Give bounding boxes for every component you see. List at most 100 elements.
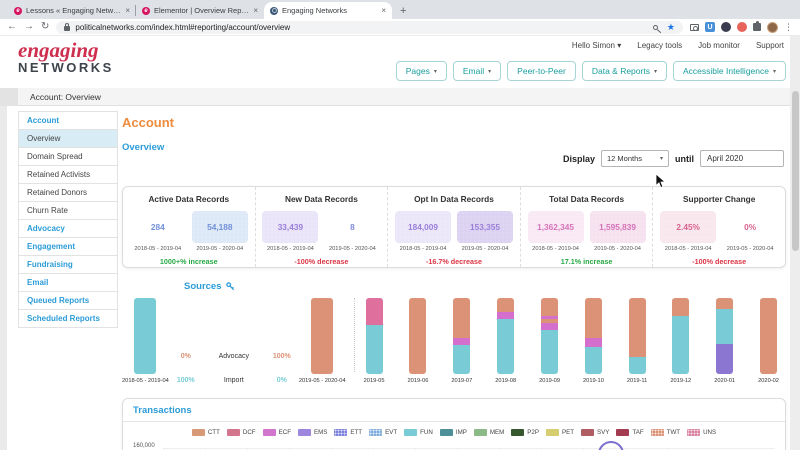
stat-value-box: 33,439 <box>262 211 318 243</box>
user-link-legacy-tools[interactable]: Legacy tools <box>637 41 682 50</box>
source-bar-segment <box>134 298 156 374</box>
profile-avatar[interactable] <box>767 22 778 33</box>
tab-title: Elementor | Overview Report <box>154 6 249 15</box>
source-bar-column: 2019-11 <box>627 298 647 384</box>
bookmark-star-icon[interactable]: ★ <box>667 23 675 32</box>
sidebar-item-queued-reports[interactable]: Queued Reports <box>18 291 118 310</box>
legend-swatch <box>581 429 594 436</box>
nav-button-label: Data & Reports <box>592 66 650 76</box>
stat-change-label: -100% decrease <box>692 257 746 266</box>
nav-button-pages[interactable]: Pages▾ <box>396 61 447 81</box>
legend-swatch <box>263 429 276 436</box>
legend-item-taf: TAF <box>616 429 643 436</box>
source-bar-column: 2019-05 - 2020-04 <box>299 298 346 384</box>
source-bar-segment <box>311 298 333 374</box>
tab-close-icon[interactable]: × <box>253 6 258 15</box>
camera-icon[interactable] <box>690 24 699 31</box>
tab-close-icon[interactable]: × <box>125 6 130 15</box>
legend-swatch <box>616 429 629 436</box>
back-icon[interactable]: ← <box>7 22 17 32</box>
sidebar-item-churn-rate[interactable]: Churn Rate <box>18 201 118 220</box>
nav-button-accessible-intelligence[interactable]: Accessible Intelligence▾ <box>673 61 786 81</box>
stat-value: 0%2019-05 - 2020-04 <box>722 211 778 252</box>
chevron-down-icon: ▾ <box>488 68 491 75</box>
scrollbar-thumb[interactable] <box>792 91 799 251</box>
password-key-icon[interactable] <box>653 25 658 30</box>
source-bar-column: 2020-01 <box>714 298 735 384</box>
source-bar-column: 2019-12 <box>670 298 691 384</box>
sources-monthly-bars: 2019-052019-062019-072019-082019-092019-… <box>364 298 800 384</box>
user-link-support[interactable]: Support <box>756 41 784 50</box>
new-tab-button[interactable]: + <box>400 5 406 17</box>
sidebar-item-scheduled-reports[interactable]: Scheduled Reports <box>18 309 118 328</box>
sidebar-item-retained-donors[interactable]: Retained Donors <box>18 183 118 202</box>
nav-button-peer-to-peer[interactable]: Peer-to-Peer <box>507 61 576 81</box>
sidebar-item-engagement[interactable]: Engagement <box>18 237 118 256</box>
stat-value-box: 153,355 <box>457 211 513 243</box>
nav-button-label: Peer-to-Peer <box>517 66 566 76</box>
browser-tab[interactable]: Engaging Networks× <box>264 2 392 19</box>
stat-change-label: 1000+% increase <box>160 257 218 266</box>
sidebar-item-domain-spread[interactable]: Domain Spread <box>18 147 118 166</box>
user-links: Hello Simon ▾ Legacy tools Job monitor Supp… <box>572 41 784 50</box>
legend-item-ems: EMS <box>298 429 327 436</box>
user-link-hello-simon[interactable]: Hello Simon ▾ <box>572 41 621 50</box>
legend-swatch <box>474 429 487 436</box>
sidebar-item-overview[interactable]: Overview <box>18 129 118 148</box>
legend-swatch <box>334 429 347 436</box>
u-extension-icon[interactable]: U <box>705 22 715 32</box>
source-bar <box>311 298 333 374</box>
legend-swatch <box>298 429 311 436</box>
stat-change-label: 17.1% increase <box>561 257 613 266</box>
legend-swatch <box>546 429 559 436</box>
stat-period-label: 2019-05 - 2020-04 <box>457 246 513 252</box>
nav-button-email[interactable]: Email▾ <box>453 61 501 81</box>
address-input[interactable]: politicalnetworks.com/index.html#reporti… <box>56 21 683 34</box>
dark-extension-icon[interactable] <box>721 22 731 32</box>
source-bar-segment <box>497 298 514 312</box>
transactions-legend: CTTDCFECFEMSETTEVTFUNIMPMEMP2PPETSVYTAFT… <box>133 429 775 436</box>
sidebar-item-account[interactable]: Account <box>18 111 118 130</box>
tab-close-icon[interactable]: × <box>381 6 386 15</box>
source-year1-pct: 0% <box>169 353 203 360</box>
stat-value-box: 0% <box>722 211 778 243</box>
sidebar-item-retained-activists[interactable]: Retained Activists <box>18 165 118 184</box>
source-bar-column: 2019-10 <box>583 298 604 384</box>
refresh-icon[interactable]: ↻ <box>41 22 49 32</box>
stat-period-label: 2018-05 - 2019-04 <box>660 246 716 252</box>
sidebar-item-advocacy[interactable]: Advocacy <box>18 219 118 238</box>
page-scrollbar[interactable] <box>790 36 800 450</box>
legend-item-fun: FUN <box>404 429 433 436</box>
stat-value: 33,439 2018-05 - 2019-04 <box>262 211 318 252</box>
nav-button-data-reports[interactable]: Data & Reports▾ <box>582 61 667 81</box>
display-controls: Display 12 Months ▾ until April 2020 <box>563 150 784 167</box>
extensions-puzzle-icon[interactable] <box>753 23 761 31</box>
sources-title: Sources <box>184 281 786 292</box>
sidebar-item-email[interactable]: Email <box>18 273 118 292</box>
browser-tab[interactable]: Lessons « Engaging Networks× <box>8 2 136 19</box>
elementor-favicon <box>142 7 150 15</box>
source-legend-label: Advocacy <box>203 353 265 360</box>
transactions-plot-area: 160,000140,000 <box>133 439 775 450</box>
forward-icon[interactable]: → <box>24 22 34 32</box>
stat-change-label: -100% decrease <box>294 257 348 266</box>
stat-period-label: 2018-05 - 2019-04 <box>262 246 318 252</box>
legend-item-uns: UNS <box>687 429 716 436</box>
stat-period-label: 2018-05 - 2019-04 <box>130 246 186 252</box>
red-extension-icon[interactable] <box>737 22 747 32</box>
sources-title-text: Sources <box>184 281 222 292</box>
user-link-job-monitor[interactable]: Job monitor <box>698 41 740 50</box>
display-range-select[interactable]: 12 Months ▾ <box>601 150 669 167</box>
source-month-label: 2020-01 <box>714 378 735 384</box>
sidebar-item-fundraising[interactable]: Fundraising <box>18 255 118 274</box>
primary-nav: Pages▾Email▾Peer-to-PeerData & Reports▾A… <box>396 61 786 81</box>
browser-tab[interactable]: Elementor | Overview Report × <box>136 2 264 19</box>
legend-swatch <box>511 429 524 436</box>
until-label: until <box>675 154 694 164</box>
app-header: engaging NETWORKS Hello Simon ▾ Legacy to… <box>0 36 800 88</box>
legend-item-mem: MEM <box>474 429 504 436</box>
browser-menu-icon[interactable]: ⋮ <box>784 22 793 33</box>
engaging-networks-logo[interactable]: engaging NETWORKS <box>18 40 114 75</box>
source-bar <box>366 298 383 374</box>
until-date-input[interactable]: April 2020 <box>700 150 784 167</box>
